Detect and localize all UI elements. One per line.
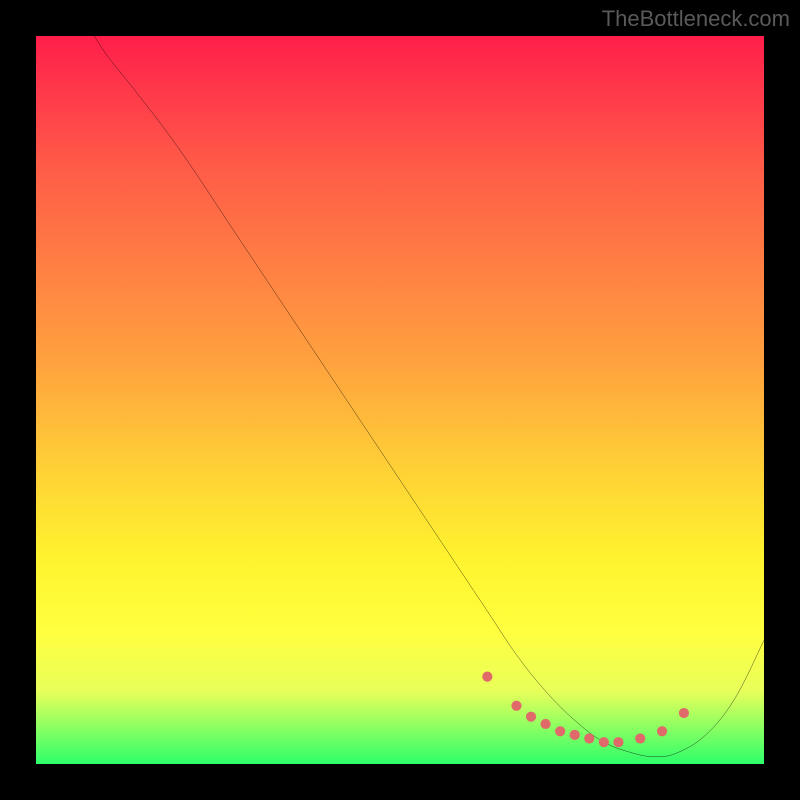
marker-dot xyxy=(526,712,536,722)
marker-dot xyxy=(613,737,623,747)
bottleneck-curve xyxy=(94,36,764,757)
marker-dot xyxy=(584,733,594,743)
chart-container: TheBottleneck.com xyxy=(0,0,800,800)
marker-dot xyxy=(570,730,580,740)
marker-dot xyxy=(555,726,565,736)
marker-dot xyxy=(541,719,551,729)
plot-area xyxy=(36,36,764,764)
flat-region-dots xyxy=(482,672,689,748)
marker-dot xyxy=(511,701,521,711)
curve-svg xyxy=(36,36,764,764)
watermark-text: TheBottleneck.com xyxy=(602,6,790,32)
marker-dot xyxy=(635,733,645,743)
marker-dot xyxy=(657,726,667,736)
marker-dot xyxy=(482,672,492,682)
marker-dot xyxy=(679,708,689,718)
marker-dot xyxy=(599,737,609,747)
